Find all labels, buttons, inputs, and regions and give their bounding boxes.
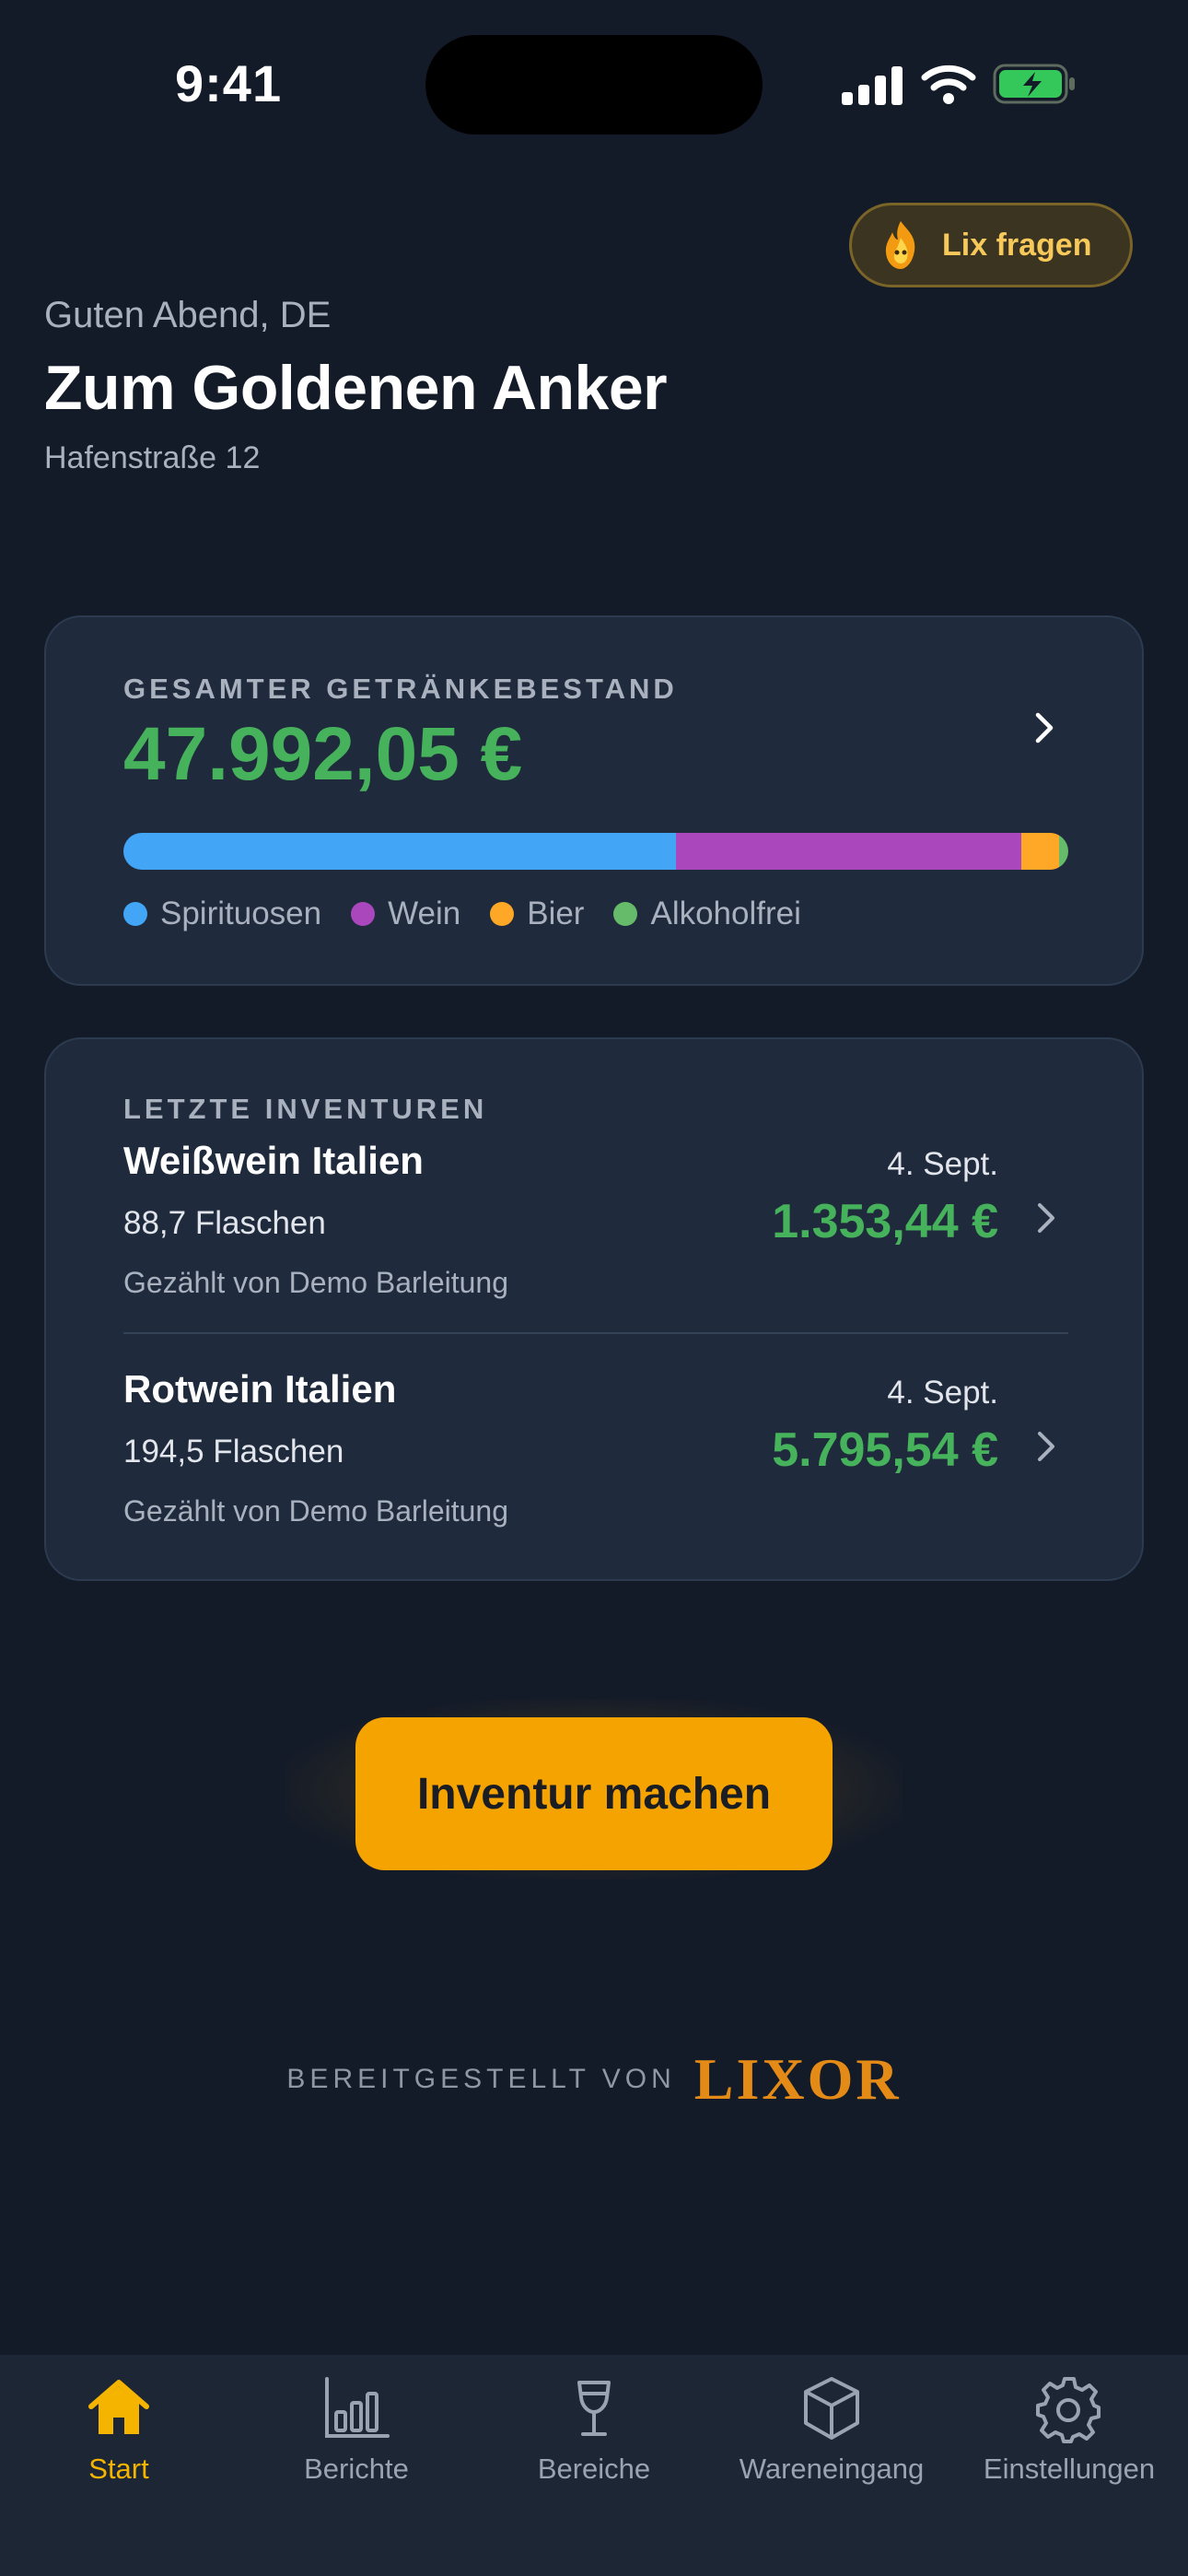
inventory-row[interactable]: Rotwein Italien 4. Sept. 194,5 Flaschen … (46, 1367, 1146, 1579)
tab-label: Bereiche (537, 2453, 651, 2485)
inventory-date: 4. Sept. (887, 1146, 998, 1182)
stock-total-value: 47.992,05 € (123, 712, 523, 796)
wifi-icon (921, 64, 976, 104)
wine-glass-icon (577, 2381, 611, 2436)
legend-item: Alkoholfrei (613, 896, 801, 932)
gear-icon (1036, 2377, 1101, 2443)
inventory-name: Weißwein Italien (123, 1139, 424, 1182)
powered-by-text: BEREITGESTELLT VON (286, 2064, 676, 2094)
tab-start[interactable]: Start (0, 2355, 238, 2502)
greeting: Guten Abend, DE (44, 295, 332, 335)
total-stock-card[interactable]: GESAMTER GETRÄNKEBESTAND 47.992,05 € Spi… (44, 615, 1144, 986)
venue-name: Zum Goldenen Anker (44, 353, 668, 423)
status-time: 9:41 (175, 54, 283, 112)
legend-dot (123, 902, 147, 926)
chevron-right-icon (1038, 1203, 1054, 1233)
flame-mascot-icon (885, 221, 915, 269)
chevron-right-icon (1035, 712, 1054, 744)
legend-label: Wein (388, 896, 461, 931)
ask-lix-button[interactable]: Lix fragen (849, 203, 1133, 287)
inventory-quantity: 194,5 Flaschen (123, 1434, 344, 1469)
bar-chart-icon (325, 2377, 390, 2438)
legend-label: Spirituosen (160, 896, 322, 931)
tab-label: Wareneingang (739, 2453, 925, 2485)
inventories-caption: LETZTE INVENTUREN (123, 1093, 488, 1125)
legend-label: Alkoholfrei (650, 896, 801, 931)
legend-item: Wein (351, 896, 460, 932)
legend-dot (351, 902, 376, 926)
inventory-name: Rotwein Italien (123, 1367, 397, 1411)
tab-berichte[interactable]: Berichte (238, 2355, 475, 2502)
recent-inventories-card: LETZTE INVENTUREN Weißwein Italien 4. Se… (44, 1037, 1144, 1581)
ask-lix-label: Lix fragen (942, 227, 1092, 263)
legend-item: Spirituosen (123, 896, 321, 932)
bar-segment-alkoholfrei (1058, 833, 1068, 870)
bar-segment-bier (1020, 833, 1059, 870)
tab-label: Einstellungen (983, 2453, 1156, 2485)
legend-item: Bier (490, 896, 584, 932)
chevron-right-icon (1038, 1432, 1054, 1461)
stock-distribution-bar (123, 833, 1068, 870)
inventory-date: 4. Sept. (887, 1375, 998, 1411)
tab-bar: Start Berichte Bereiche Wareneingang Ein… (0, 2355, 1188, 2576)
legend-dot (490, 902, 515, 926)
dynamic-island (425, 35, 763, 135)
tab-wareneingang[interactable]: Wareneingang (713, 2355, 950, 2502)
inventory-value: 5.795,54 € (772, 1423, 998, 1477)
tab-label: Berichte (304, 2453, 409, 2485)
battery-charging-icon (993, 64, 1075, 104)
powered-by: BEREITGESTELLT VON LIXOR (0, 2045, 1188, 2113)
tab-einstellungen[interactable]: Einstellungen (950, 2355, 1188, 2502)
bar-segment-spirituosen (123, 833, 677, 870)
cellular-signal-icon (842, 64, 904, 105)
start-inventory-button[interactable]: Inventur machen (355, 1717, 833, 1870)
bar-segment-wein (676, 833, 1021, 870)
legend-dot (613, 902, 638, 926)
inventory-counted-by: Gezählt von Demo Barleitung (123, 1494, 508, 1528)
tab-label: Start (88, 2453, 149, 2485)
box-icon (804, 2377, 859, 2440)
inventory-quantity: 88,7 Flaschen (123, 1205, 326, 1241)
tab-bereiche[interactable]: Bereiche (475, 2355, 713, 2502)
venue-address: Hafenstraße 12 (44, 440, 261, 475)
row-divider (123, 1332, 1068, 1334)
stock-legend: Spirituosen Wein Bier Alkoholfrei (123, 896, 831, 932)
legend-label: Bier (527, 896, 585, 931)
home-icon (88, 2380, 149, 2434)
inventory-counted-by: Gezählt von Demo Barleitung (123, 1266, 508, 1299)
stock-caption: GESAMTER GETRÄNKEBESTAND (123, 673, 678, 705)
lixor-logo: LIXOR (693, 2046, 902, 2112)
inventory-row[interactable]: Weißwein Italien 4. Sept. 88,7 Flaschen … (46, 1139, 1146, 1351)
inventory-value: 1.353,44 € (772, 1195, 998, 1248)
